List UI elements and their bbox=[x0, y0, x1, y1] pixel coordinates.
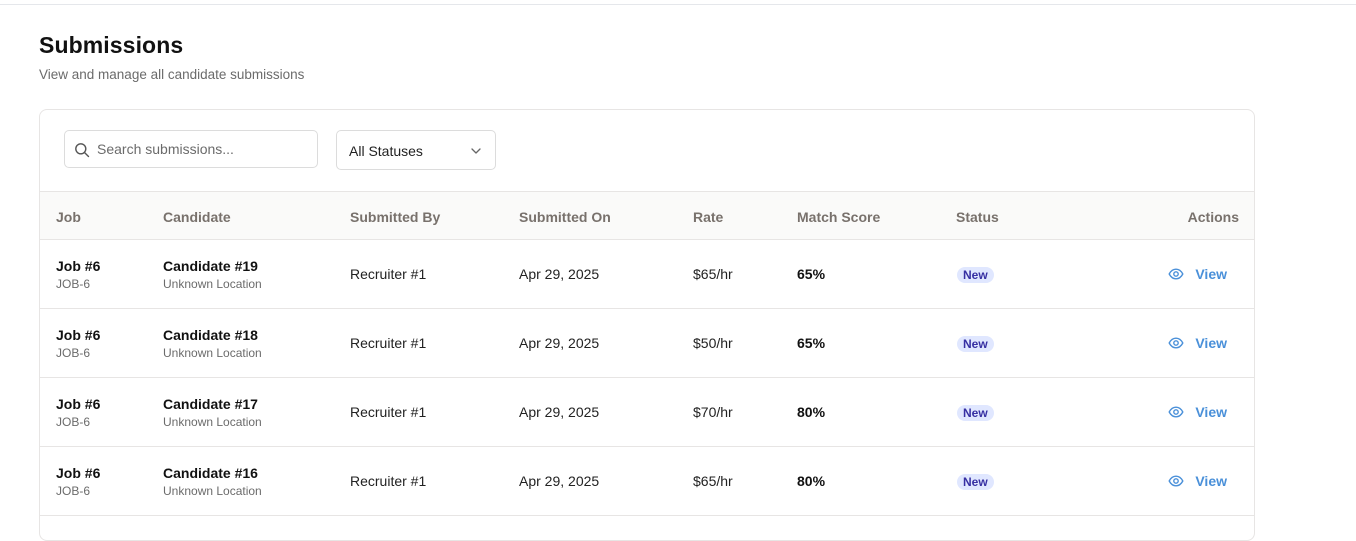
column-header-candidate[interactable]: Candidate bbox=[163, 209, 231, 225]
job-title[interactable]: Job #6 bbox=[56, 327, 100, 343]
view-label: View bbox=[1195, 473, 1227, 489]
view-button[interactable]: View bbox=[1168, 332, 1227, 354]
job-code: JOB-6 bbox=[56, 484, 91, 498]
job-title[interactable]: Job #6 bbox=[56, 465, 100, 481]
eye-icon bbox=[1168, 337, 1184, 349]
page-title: Submissions bbox=[39, 32, 184, 58]
candidate-location: Unknown Location bbox=[163, 484, 262, 498]
search-icon bbox=[75, 143, 90, 158]
job-title[interactable]: Job #6 bbox=[56, 396, 100, 412]
submitted-on: Apr 29, 2025 bbox=[519, 335, 600, 351]
page-subtitle: View and manage all candidate submission… bbox=[39, 67, 305, 82]
status-filter-select[interactable]: All Statuses bbox=[336, 130, 496, 170]
search-input[interactable] bbox=[97, 131, 312, 167]
job-code: JOB-6 bbox=[56, 346, 91, 360]
column-header-submitted-by[interactable]: Submitted By bbox=[350, 209, 440, 225]
status-badge: New bbox=[957, 267, 994, 283]
job-title[interactable]: Job #6 bbox=[56, 258, 100, 274]
candidate-name[interactable]: Candidate #16 bbox=[163, 465, 262, 481]
view-label: View bbox=[1195, 335, 1227, 351]
column-header-submitted-on[interactable]: Submitted On bbox=[519, 209, 611, 225]
job-cell: Job #6 JOB-6 bbox=[56, 327, 100, 360]
chevron-down-icon bbox=[471, 148, 481, 154]
candidate-cell: Candidate #16 Unknown Location bbox=[163, 465, 262, 498]
job-cell: Job #6 JOB-6 bbox=[56, 396, 100, 429]
submitted-by: Recruiter #1 bbox=[350, 473, 427, 489]
submitted-on: Apr 29, 2025 bbox=[519, 266, 600, 282]
submitted-on: Apr 29, 2025 bbox=[519, 404, 600, 420]
filter-toolbar: All Statuses bbox=[40, 110, 1254, 191]
table-row: Job #6 JOB-6 Candidate #17 Unknown Location… bbox=[40, 378, 1254, 447]
eye-icon bbox=[1168, 268, 1184, 280]
job-code: JOB-6 bbox=[56, 415, 91, 429]
candidate-cell: Candidate #17 Unknown Location bbox=[163, 396, 262, 429]
submitted-on: Apr 29, 2025 bbox=[519, 473, 600, 489]
candidate-location: Unknown Location bbox=[163, 277, 262, 291]
candidate-location: Unknown Location bbox=[163, 346, 262, 360]
status-filter-value: All Statuses bbox=[349, 143, 423, 159]
job-code: JOB-6 bbox=[56, 277, 91, 291]
view-button[interactable]: View bbox=[1168, 470, 1227, 492]
view-button[interactable]: View bbox=[1168, 263, 1227, 285]
submitted-by: Recruiter #1 bbox=[350, 266, 427, 282]
rate: $70/hr bbox=[693, 404, 733, 420]
match-score: 80% bbox=[797, 473, 826, 489]
status-badge: New bbox=[957, 405, 994, 421]
status-badge: New bbox=[957, 336, 994, 352]
job-cell: Job #6 JOB-6 bbox=[56, 258, 100, 291]
candidate-cell: Candidate #19 Unknown Location bbox=[163, 258, 262, 291]
status-cell: New bbox=[957, 404, 994, 422]
submitted-by: Recruiter #1 bbox=[350, 335, 427, 351]
submissions-card: All Statuses Job Candidate Submitted By … bbox=[39, 109, 1255, 541]
candidate-name[interactable]: Candidate #17 bbox=[163, 396, 262, 412]
table-header: Job Candidate Submitted By Submitted On … bbox=[40, 191, 1254, 240]
view-label: View bbox=[1195, 266, 1227, 282]
candidate-name[interactable]: Candidate #19 bbox=[163, 258, 262, 274]
table-row: Job #6 JOB-6 Candidate #16 Unknown Location… bbox=[40, 447, 1254, 516]
column-header-job[interactable]: Job bbox=[56, 209, 81, 225]
column-header-status[interactable]: Status bbox=[956, 209, 999, 225]
candidate-location: Unknown Location bbox=[163, 415, 262, 429]
column-header-actions: Actions bbox=[1187, 209, 1239, 225]
status-cell: New bbox=[957, 266, 994, 284]
view-button[interactable]: View bbox=[1168, 401, 1227, 423]
search-box[interactable] bbox=[64, 130, 318, 168]
match-score: 65% bbox=[797, 335, 826, 351]
eye-icon bbox=[1168, 406, 1184, 418]
rate: $50/hr bbox=[693, 335, 733, 351]
rate: $65/hr bbox=[693, 473, 733, 489]
candidate-name[interactable]: Candidate #18 bbox=[163, 327, 262, 343]
view-label: View bbox=[1195, 404, 1227, 420]
status-badge: New bbox=[957, 474, 994, 490]
status-cell: New bbox=[957, 473, 994, 491]
match-score: 80% bbox=[797, 404, 826, 420]
column-header-rate[interactable]: Rate bbox=[693, 209, 723, 225]
table-row: Job #6 JOB-6 Candidate #18 Unknown Location… bbox=[40, 309, 1254, 378]
rate: $65/hr bbox=[693, 266, 733, 282]
submitted-by: Recruiter #1 bbox=[350, 404, 427, 420]
status-cell: New bbox=[957, 335, 994, 353]
column-header-match-score[interactable]: Match Score bbox=[797, 209, 880, 225]
job-cell: Job #6 JOB-6 bbox=[56, 465, 100, 498]
candidate-cell: Candidate #18 Unknown Location bbox=[163, 327, 262, 360]
table-row: Job #6 JOB-6 Candidate #19 Unknown Location… bbox=[40, 240, 1254, 309]
top-divider bbox=[0, 4, 1356, 5]
eye-icon bbox=[1168, 475, 1184, 487]
match-score: 65% bbox=[797, 266, 826, 282]
